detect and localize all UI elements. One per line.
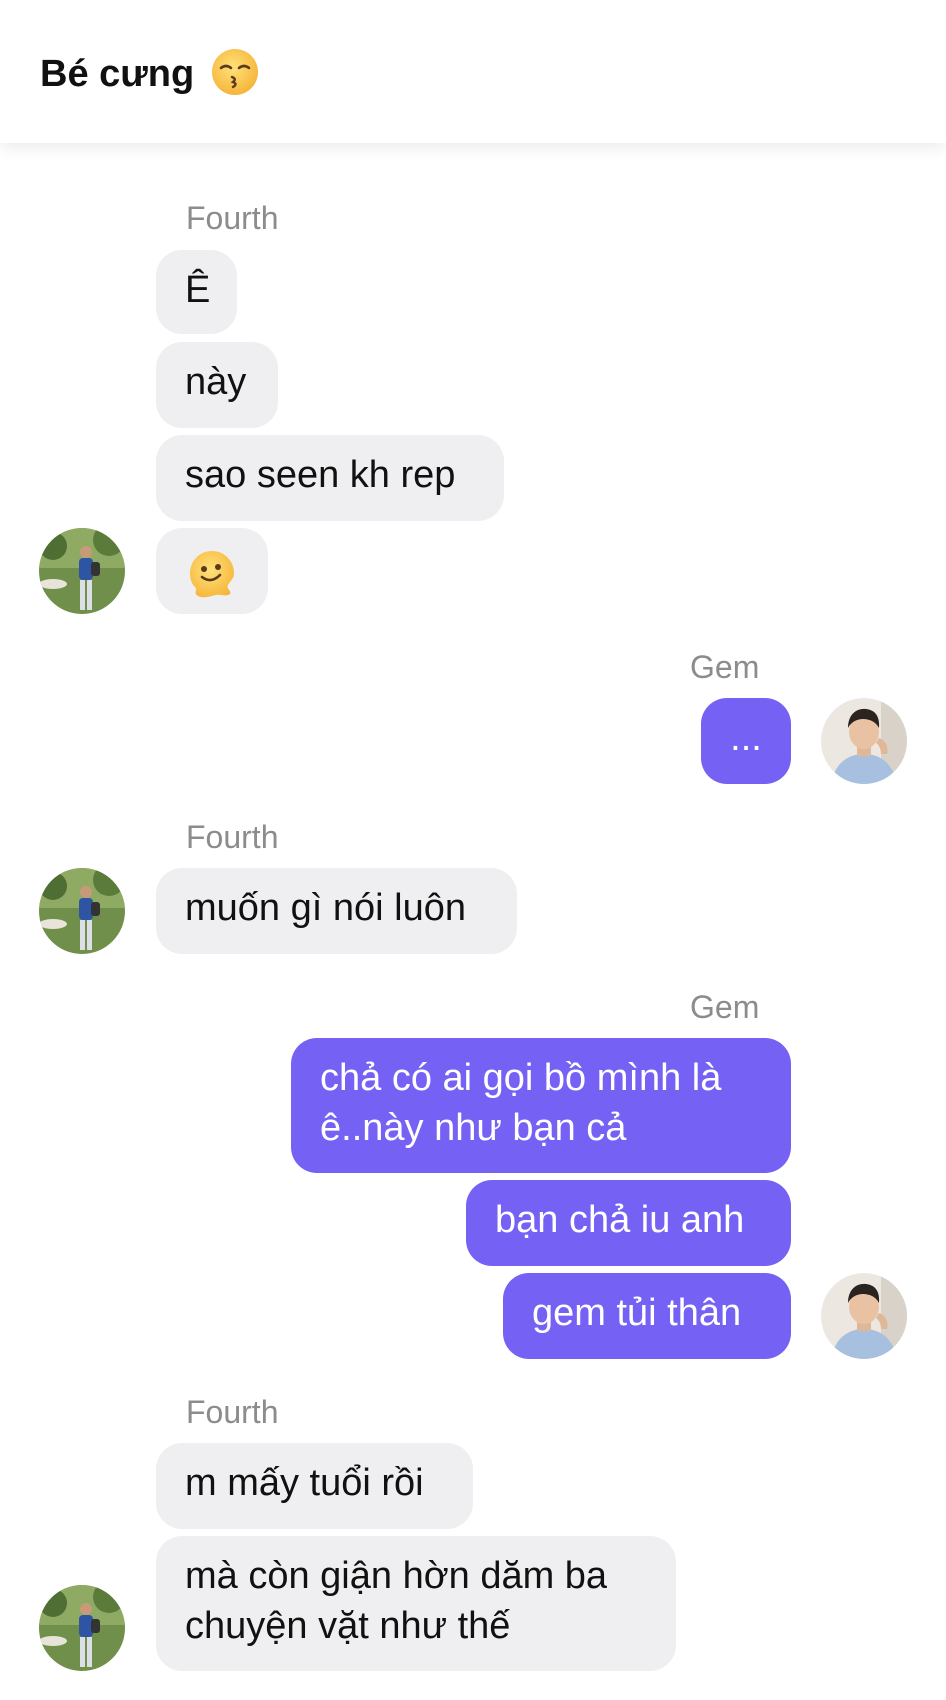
message-line: mà còn giận hờn dăm ba [185,1555,608,1597]
message-line: chuyện vặt như thế [185,1605,511,1647]
sender-name: Gem [690,989,760,1025]
message-line: chả có ai gọi bồ mình là [320,1057,722,1099]
avatar-fourth[interactable] [39,1585,125,1671]
sender-name: Gem [690,649,760,685]
kissing-face-with-closed-eyes-icon [210,47,260,102]
message-bubble[interactable]: ... [701,698,791,784]
chat-header: Bé cưng [0,0,946,143]
avatar-gem[interactable] [821,1273,907,1359]
message-bubble[interactable]: sao seen kh rep [156,435,504,521]
chat-screen: Bé cưng Fourth Ê này sao seen kh rep Gem… [0,0,946,1700]
avatar-gem[interactable] [821,698,907,784]
sender-name: Fourth [186,1394,279,1430]
message-bubble[interactable]: này [156,342,278,428]
message-line: ê..này như bạn cả [320,1107,627,1149]
chat-title-text: Bé cưng [40,53,195,95]
message-bubble[interactable]: m mấy tuổi rồi [156,1443,473,1529]
avatar-fourth[interactable] [39,868,125,954]
message-bubble[interactable]: muốn gì nói luôn [156,868,517,954]
message-bubble[interactable]: Ê [156,250,237,334]
chat-title[interactable]: Bé cưng [40,44,260,104]
sender-name: Fourth [186,819,279,855]
melting-face-icon [190,551,234,598]
emoji-message-bubble[interactable] [156,528,268,614]
message-bubble[interactable]: chả có ai gọi bồ mình là ê..này như bạn … [291,1038,791,1173]
message-bubble[interactable]: bạn chả iu anh [466,1180,791,1266]
message-bubble[interactable]: gem tủi thân [503,1273,791,1359]
avatar-fourth[interactable] [39,528,125,614]
sender-name: Fourth [186,200,279,236]
message-bubble[interactable]: mà còn giận hờn dăm ba chuyện vặt như th… [156,1536,676,1671]
